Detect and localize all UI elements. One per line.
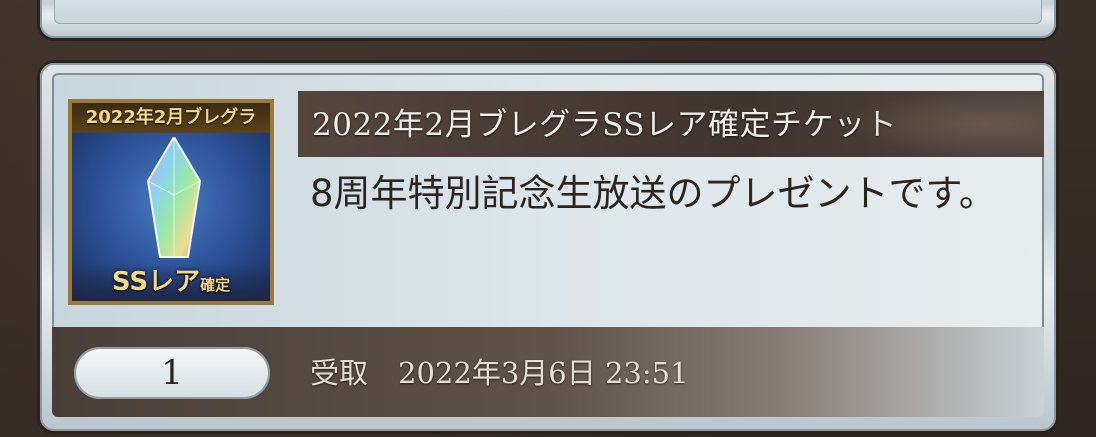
ssr-label: SSレア bbox=[111, 267, 201, 297]
previous-item-panel bbox=[54, 0, 1042, 24]
received-datetime: 2022年3月6日 23:51 bbox=[398, 356, 689, 390]
item-footer: 1 受取 2022年3月6日 23:51 bbox=[52, 327, 1044, 417]
present-box-screen: 2022年2月ブレグラSSレア確定チケット 8周年特別記念生放送のプレゼントです… bbox=[0, 0, 1096, 437]
received-status: 受取 bbox=[310, 356, 369, 390]
received-info: 受取 2022年3月6日 23:51 bbox=[310, 349, 689, 397]
item-description: 8周年特別記念生放送のプレゼントです。 bbox=[310, 172, 996, 215]
item-title: 2022年2月ブレグラSSレア確定チケット bbox=[312, 107, 898, 143]
quantity-badge: 1 bbox=[74, 347, 270, 399]
thumbnail-bottom-text: SSレア確定 bbox=[72, 263, 270, 301]
item-title-bar: 2022年2月ブレグラSSレア確定チケット bbox=[298, 91, 1044, 157]
crystal-icon bbox=[146, 137, 202, 258]
previous-item-card bbox=[40, 0, 1056, 38]
item-card-panel: 2022年2月ブレグラSSレア確定チケット 8周年特別記念生放送のプレゼントです… bbox=[52, 73, 1044, 417]
ticket-thumbnail: 2022年2月ブレグラ SSレア確定 bbox=[68, 99, 274, 305]
thumbnail-top-text: 2022年2月ブレグラ bbox=[72, 103, 270, 133]
guaranteed-label: 確定 bbox=[200, 276, 231, 294]
item-card[interactable]: 2022年2月ブレグラSSレア確定チケット 8周年特別記念生放送のプレゼントです… bbox=[40, 63, 1056, 431]
